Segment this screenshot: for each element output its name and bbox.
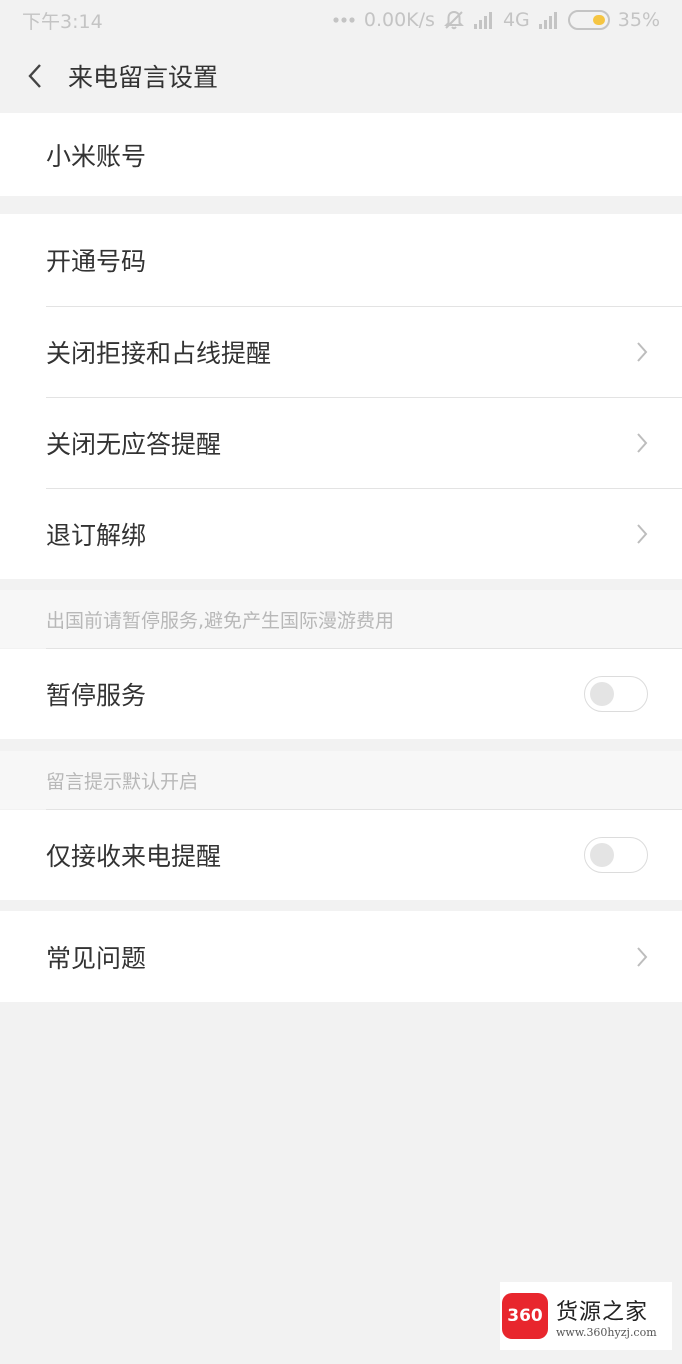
battery-icon	[567, 10, 610, 30]
mute-bell-icon	[444, 10, 464, 30]
watermark-name: 货源之家	[556, 1299, 649, 1325]
pause-service-item[interactable]: 暂停服务	[0, 649, 682, 739]
settings-group: 开通号码 关闭拒接和占线提醒 关闭无应答提醒 退订解绑	[0, 214, 682, 579]
row-label: 关闭拒接和占线提醒	[46, 338, 272, 368]
row-label: 小米账号	[46, 141, 147, 171]
row-label: 退订解绑	[46, 520, 147, 550]
pause-service-toggle[interactable]	[584, 676, 648, 712]
call-reminder-only-item[interactable]: 仅接收来电提醒	[0, 810, 682, 900]
pause-service-hint: 出国前请暂停服务,避免产生国际漫游费用	[0, 590, 682, 648]
title-bar: 来电留言设置	[0, 40, 682, 112]
account-item[interactable]: 小米账号	[0, 113, 682, 196]
row-label: 关闭无应答提醒	[46, 429, 222, 459]
row-label: 常见问题	[46, 943, 147, 973]
call-reminder-group: 仅接收来电提醒	[0, 810, 682, 900]
unsubscribe-unbind-item[interactable]: 退订解绑	[0, 488, 682, 579]
network-type: 4G	[502, 9, 530, 31]
faq-group: 常见问题	[0, 911, 682, 1002]
chevron-left-icon	[28, 64, 41, 88]
watermark-url: www.360hyzj.com	[556, 1325, 657, 1339]
signal-icon	[473, 12, 492, 29]
disable-no-answer-reminder-item[interactable]: 关闭无应答提醒	[0, 397, 682, 488]
status-time: 下午3:14	[22, 10, 103, 33]
pause-service-group: 暂停服务	[0, 649, 682, 739]
page-title: 来电留言设置	[68, 63, 219, 92]
chevron-right-icon	[637, 341, 648, 362]
activated-number-item[interactable]: 开通号码	[0, 214, 682, 306]
signal-icon	[538, 12, 557, 29]
network-speed: 0.00K/s	[363, 9, 435, 31]
status-icons: 0.00K/s 4G 35%	[332, 9, 660, 31]
message-reminder-hint: 留言提示默认开启	[0, 751, 682, 809]
status-bar: 下午3:14 0.00K/s 4G 35%	[0, 0, 682, 40]
dots-icon	[333, 17, 355, 23]
chevron-right-icon	[637, 523, 648, 544]
chevron-right-icon	[637, 946, 648, 967]
watermark-badge: 360	[502, 1293, 548, 1339]
row-label: 暂停服务	[46, 681, 147, 710]
account-group: 小米账号	[0, 113, 682, 196]
back-button[interactable]	[0, 40, 70, 112]
chevron-right-icon	[637, 432, 648, 453]
faq-item[interactable]: 常见问题	[0, 911, 682, 1002]
disable-reject-busy-reminder-item[interactable]: 关闭拒接和占线提醒	[0, 306, 682, 397]
row-label: 开通号码	[46, 247, 147, 276]
battery-percent: 35%	[617, 9, 660, 31]
call-reminder-only-toggle[interactable]	[584, 837, 648, 873]
watermark-logo: 360 货源之家 www.360hyzj.com	[500, 1282, 672, 1350]
row-label: 仅接收来电提醒	[46, 842, 222, 871]
